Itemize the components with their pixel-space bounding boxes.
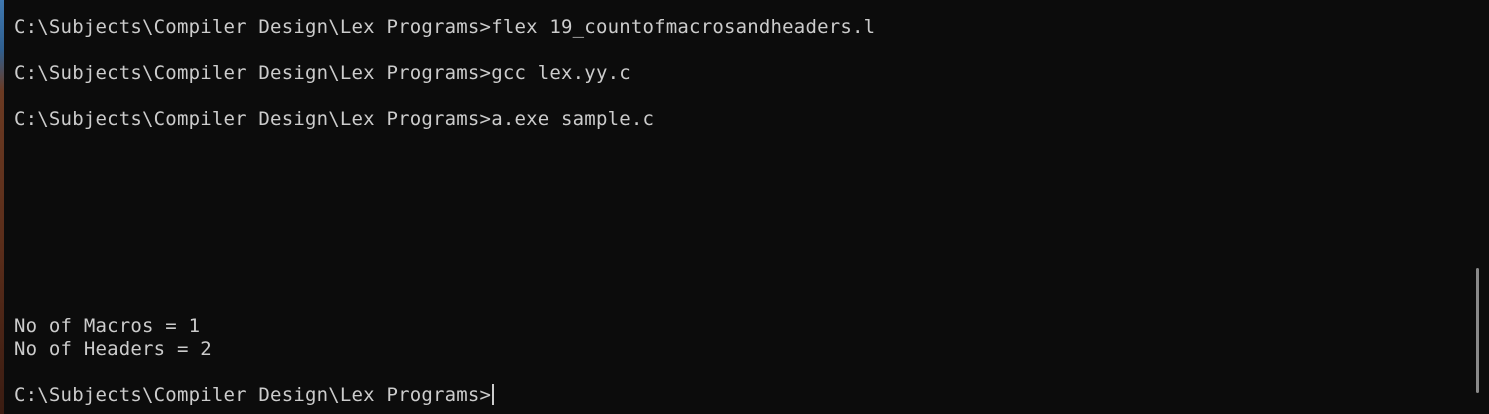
scrollbar-thumb[interactable] [1476,268,1479,393]
output-macros-count: No of Macros = 1 [14,315,201,337]
command-line-gcc: C:\Subjects\Compiler Design\Lex Programs… [14,62,631,84]
desktop-background-edge [0,0,4,414]
prompt-text: C:\Subjects\Compiler Design\Lex Programs… [14,384,492,406]
command-line-flex: C:\Subjects\Compiler Design\Lex Programs… [14,16,876,38]
output-headers-count: No of Headers = 2 [14,338,212,360]
terminal-window[interactable]: C:\Subjects\Compiler Design\Lex Programs… [0,0,1489,414]
command-line-run: C:\Subjects\Compiler Design\Lex Programs… [14,108,655,130]
text-cursor [492,384,495,405]
current-prompt-line[interactable]: C:\Subjects\Compiler Design\Lex Programs… [14,384,495,407]
